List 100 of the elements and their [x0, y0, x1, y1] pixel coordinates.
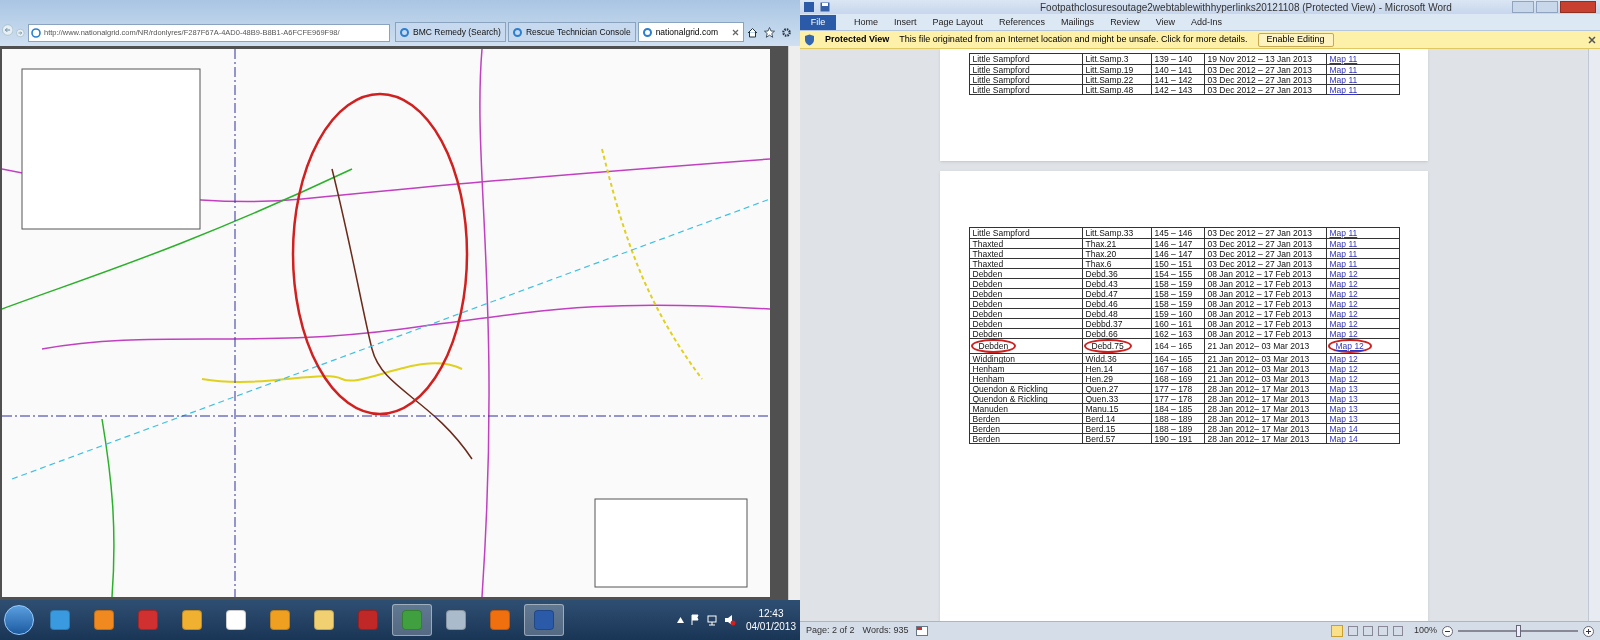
- scrollbar[interactable]: [788, 46, 800, 600]
- map-link[interactable]: Map 11: [1325, 54, 1399, 64]
- table-cell: 167 – 168: [1150, 364, 1204, 373]
- file-tab[interactable]: File: [800, 15, 836, 30]
- ribbon-tab[interactable]: Review: [1102, 15, 1148, 30]
- ribbon-tab[interactable]: Mailings: [1053, 15, 1103, 30]
- map-link[interactable]: Map 14: [1325, 434, 1399, 443]
- map-link[interactable]: Map 12: [1325, 354, 1399, 363]
- circled-map-link[interactable]: Map 12: [1327, 339, 1372, 353]
- map-link[interactable]: Map 12: [1325, 299, 1399, 308]
- map-link[interactable]: Map 12: [1325, 279, 1399, 288]
- table-cell: 145 – 146: [1150, 228, 1204, 238]
- circled-table-cell: Debd.75: [1083, 339, 1132, 353]
- close-tab-icon[interactable]: [732, 28, 739, 36]
- table-cell: 28 Jan 2012– 17 Mar 2013: [1203, 424, 1326, 433]
- map-link[interactable]: Map 12: [1325, 374, 1399, 383]
- ribbon-tab[interactable]: View: [1147, 15, 1183, 30]
- view-button[interactable]: [1377, 626, 1388, 636]
- table-cell: 177 – 178: [1150, 384, 1204, 393]
- table-cell-text: Debden: [971, 289, 1004, 298]
- table-cell: Thax.21: [1081, 239, 1151, 248]
- map-link[interactable]: Map 11: [1325, 259, 1399, 268]
- table-cell: 177 – 178: [1150, 394, 1204, 403]
- table-cell-text: Debden: [971, 269, 1004, 278]
- zoom-level[interactable]: 100%: [1413, 624, 1437, 638]
- table-cell-text: Thaxted: [971, 259, 1005, 268]
- enable-editing-button[interactable]: Enable Editing: [1257, 32, 1334, 47]
- zoom-in-button[interactable]: [1583, 625, 1594, 637]
- zoom-out-button[interactable]: [1442, 625, 1453, 637]
- flag-icon[interactable]: [689, 614, 700, 626]
- table-cell: Litt.Samp.48: [1081, 85, 1151, 94]
- speaker-icon[interactable]: [723, 614, 736, 626]
- table-cell-text: Little Sampford: [971, 85, 1031, 94]
- table-cell: 141 – 142: [1150, 75, 1204, 84]
- table-cell: 19 Nov 2012 – 13 Jan 2013: [1203, 54, 1326, 64]
- map-link[interactable]: Map 12: [1325, 289, 1399, 298]
- map-link[interactable]: Map 11: [1325, 228, 1399, 238]
- table-cell: 03 Dec 2012 – 27 Jan 2013: [1203, 259, 1326, 268]
- table-cell: Thax.6: [1081, 259, 1151, 268]
- table-cell: 28 Jan 2012– 17 Mar 2013: [1203, 414, 1326, 423]
- star-icon[interactable]: [764, 27, 775, 38]
- clock-date: 04/01/2013: [745, 620, 796, 633]
- settings-icon[interactable]: [781, 27, 792, 38]
- ribbon-tab[interactable]: Page Layout: [924, 15, 992, 30]
- table-cell: 164 – 165: [1150, 354, 1204, 363]
- map-link[interactable]: Map 11: [1325, 65, 1399, 74]
- map-link[interactable]: Map 14: [1325, 424, 1399, 433]
- network-icon[interactable]: [705, 614, 718, 626]
- table-cell: 03 Dec 2012 – 27 Jan 2013: [1203, 65, 1326, 74]
- table-cell-text: Quendon & Rickling: [971, 394, 1049, 403]
- view-button[interactable]: [1392, 626, 1403, 636]
- map-link[interactable]: Map 13: [1325, 414, 1399, 423]
- browser-tab[interactable]: BMC Remedy (Search): [395, 22, 506, 42]
- table-cell: Manu.15: [1081, 404, 1151, 413]
- table-cell-text: Henham: [971, 364, 1006, 373]
- table-cell: 08 Jan 2012 – 17 Feb 2013: [1203, 279, 1326, 288]
- table-cell-text: Manuden: [971, 404, 1009, 413]
- map-link[interactable]: Map 11: [1325, 249, 1399, 258]
- table-cell-text: Little Sampford: [971, 65, 1031, 74]
- page-count[interactable]: Page: 2 of 2: [806, 624, 855, 638]
- ribbon-tab[interactable]: References: [991, 15, 1054, 30]
- view-button[interactable]: [1362, 626, 1373, 636]
- word-count[interactable]: Words: 935: [862, 624, 909, 638]
- table-cell: 08 Jan 2012 – 17 Feb 2013: [1203, 269, 1326, 278]
- circled-table-cell: Debden: [970, 339, 1017, 353]
- table-cell: 158 – 159: [1150, 299, 1204, 308]
- proofing-icon[interactable]: [916, 626, 929, 636]
- browser-tab[interactable]: nationalgrid.com: [637, 22, 744, 42]
- map-link[interactable]: Map 12: [1325, 269, 1399, 278]
- view-button[interactable]: [1347, 626, 1358, 636]
- map-link[interactable]: Map 12: [1325, 364, 1399, 373]
- table-cell: Hen.29: [1081, 374, 1151, 383]
- save-icon[interactable]: [820, 2, 830, 12]
- table-cell: 190 – 191: [1150, 434, 1204, 443]
- map-link[interactable]: Map 13: [1325, 384, 1399, 393]
- map-link[interactable]: Map 11: [1325, 75, 1399, 84]
- home-icon[interactable]: [747, 27, 758, 38]
- ribbon-tab[interactable]: Home: [846, 15, 886, 30]
- map-link[interactable]: Map 12: [1325, 309, 1399, 318]
- scrollbar[interactable]: [1588, 49, 1600, 621]
- map-link[interactable]: Map 13: [1325, 394, 1399, 403]
- zoom-slider-thumb[interactable]: [1515, 625, 1521, 637]
- close-icon[interactable]: [1588, 35, 1596, 44]
- table-cell: Debd.47: [1081, 289, 1151, 298]
- map-link[interactable]: Map 12: [1325, 329, 1399, 338]
- browser-tab[interactable]: Rescue Technician Console: [507, 22, 636, 42]
- map-link[interactable]: Map 12: [1325, 319, 1399, 328]
- table-cell: 28 Jan 2012– 17 Mar 2013: [1203, 434, 1326, 443]
- map-link[interactable]: Map 11: [1325, 85, 1399, 94]
- tray-arrow-icon[interactable]: [676, 617, 684, 623]
- start-button[interactable]: [4, 605, 34, 635]
- table-cell-text: Henham: [971, 374, 1006, 383]
- ribbon-tab[interactable]: Add-Ins: [1183, 15, 1231, 30]
- map-link[interactable]: Map 11: [1325, 239, 1399, 248]
- table-cell: 08 Jan 2012 – 17 Feb 2013: [1203, 299, 1326, 308]
- table-cell: Widd.36: [1081, 354, 1151, 363]
- table-cell: Berd.57: [1081, 434, 1151, 443]
- ribbon-tab[interactable]: Insert: [886, 15, 925, 30]
- table-cell: Quen.27: [1081, 384, 1151, 393]
- map-link[interactable]: Map 13: [1325, 404, 1399, 413]
